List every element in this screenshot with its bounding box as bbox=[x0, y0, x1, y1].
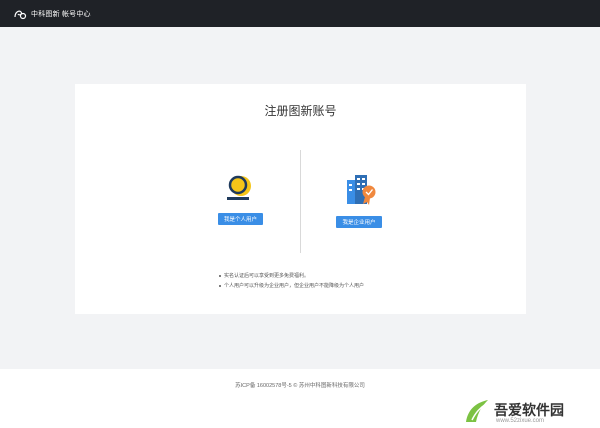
watermark: 吾爱软件园 www.52zixue.com bbox=[448, 372, 596, 428]
logo-text: 中科图新 帐号中心 bbox=[31, 10, 91, 18]
note-text: 实名认证后可以享受到更多免费福利。 bbox=[224, 273, 310, 279]
personal-user-button[interactable]: 我是个人用户 bbox=[218, 213, 263, 225]
note-item: 个人用户可以升级为企业用户，但企业用户不能降级为个人用户 bbox=[219, 281, 364, 291]
note-text: 个人用户可以升级为企业用户，但企业用户不能降级为个人用户 bbox=[224, 283, 365, 289]
personal-user-icon bbox=[227, 175, 251, 200]
enterprise-user-icon bbox=[347, 175, 376, 205]
enterprise-user-button[interactable]: 我是企业用户 bbox=[336, 216, 382, 228]
divider bbox=[300, 150, 301, 253]
watermark-brand: 吾爱软件园 bbox=[494, 402, 564, 418]
bullet-icon bbox=[219, 275, 221, 277]
notes-list: 实名认证后可以享受到更多免费福利。 个人用户可以升级为企业用户，但企业用户不能降… bbox=[219, 271, 364, 291]
watermark-logo-icon bbox=[466, 400, 488, 422]
register-card: 注册图新账号 我是个人用户 我是企业用户 实名认证后可以享受到更多免费福利。 个… bbox=[75, 84, 526, 314]
top-bar: 中科图新 帐号中心 bbox=[0, 0, 600, 27]
logo[interactable]: 中科图新 帐号中心 bbox=[13, 8, 91, 20]
bullet-icon bbox=[219, 285, 221, 287]
page-title: 注册图新账号 bbox=[264, 104, 337, 118]
watermark-site: www.52zixue.com bbox=[496, 418, 545, 424]
logo-icon bbox=[14, 10, 27, 19]
note-item: 实名认证后可以享受到更多免费福利。 bbox=[219, 271, 364, 281]
